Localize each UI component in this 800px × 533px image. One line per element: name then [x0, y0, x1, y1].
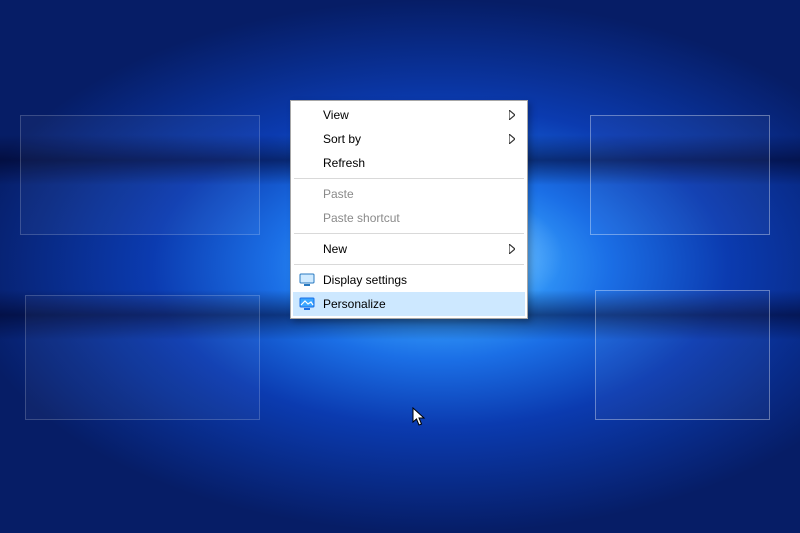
- menu-separator: [294, 178, 524, 179]
- menu-item-label: Paste: [323, 187, 354, 201]
- chevron-right-icon: [509, 134, 515, 144]
- chevron-right-icon: [509, 110, 515, 120]
- mouse-cursor-icon: [412, 407, 426, 427]
- wallpaper-pane: [25, 295, 260, 420]
- menu-item-new[interactable]: New: [293, 237, 525, 261]
- menu-item-paste[interactable]: Paste: [293, 182, 525, 206]
- menu-item-label: New: [323, 242, 347, 256]
- personalize-icon: [299, 297, 315, 311]
- menu-item-label: Personalize: [323, 297, 386, 311]
- menu-item-view[interactable]: View: [293, 103, 525, 127]
- menu-separator: [294, 233, 524, 234]
- menu-item-paste-shortcut[interactable]: Paste shortcut: [293, 206, 525, 230]
- monitor-icon: [299, 273, 315, 287]
- menu-separator: [294, 264, 524, 265]
- menu-item-display-settings[interactable]: Display settings: [293, 268, 525, 292]
- menu-item-label: Sort by: [323, 132, 361, 146]
- menu-item-label: Display settings: [323, 273, 407, 287]
- wallpaper-pane: [595, 290, 770, 420]
- menu-item-refresh[interactable]: Refresh: [293, 151, 525, 175]
- menu-item-label: View: [323, 108, 349, 122]
- menu-item-sort-by[interactable]: Sort by: [293, 127, 525, 151]
- menu-item-label: Paste shortcut: [323, 211, 400, 225]
- menu-item-label: Refresh: [323, 156, 365, 170]
- wallpaper-pane: [20, 115, 260, 235]
- wallpaper-pane: [590, 115, 770, 235]
- desktop-context-menu: View Sort by Refresh Paste Paste shortcu…: [290, 100, 528, 319]
- menu-item-personalize[interactable]: Personalize: [293, 292, 525, 316]
- chevron-right-icon: [509, 244, 515, 254]
